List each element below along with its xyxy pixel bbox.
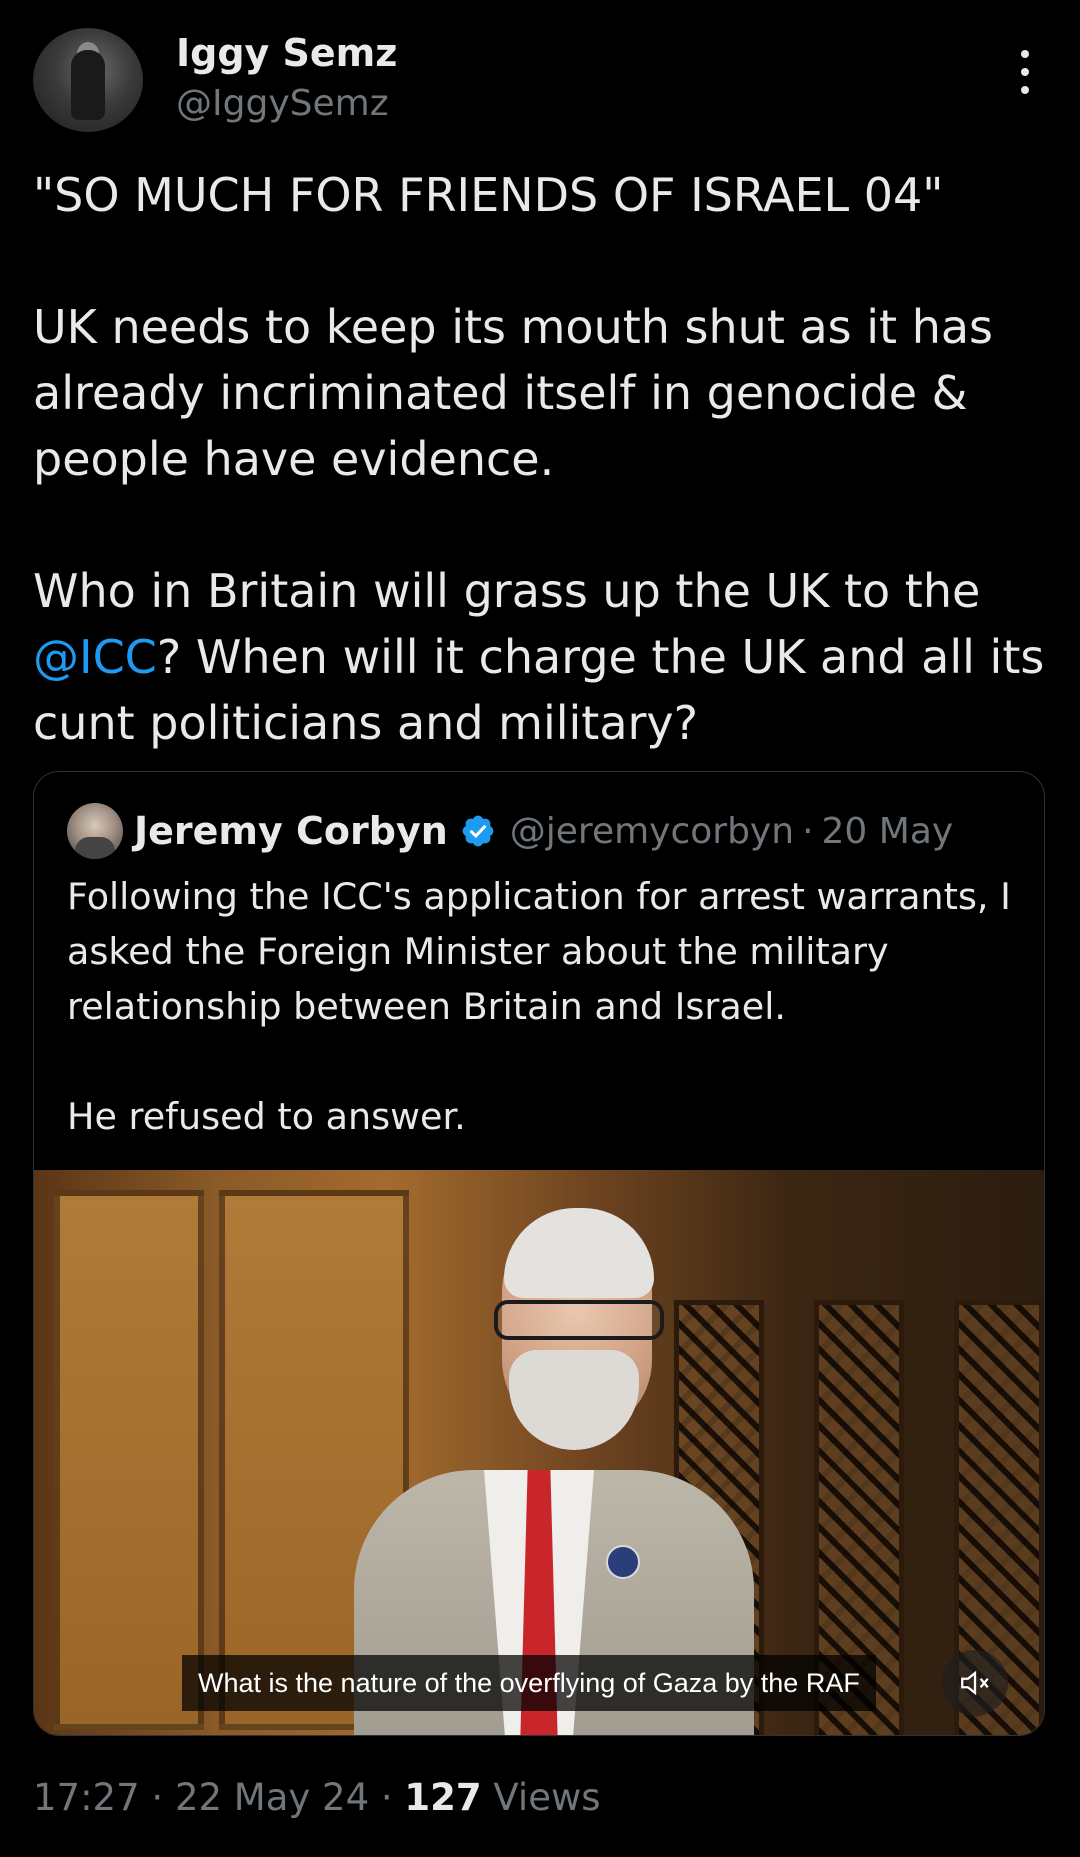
quoted-tweet-date[interactable]: 20 May: [822, 811, 954, 852]
quoted-tweet-text: Following the ICC's application for arre…: [67, 869, 1017, 1144]
tweet-text-segment: ? When will it charge the UK and all its…: [33, 630, 1045, 750]
tweet-paragraph: Who in Britain will grass up the UK to t…: [33, 558, 1048, 756]
quoted-author-name[interactable]: Jeremy Corbyn: [134, 809, 448, 853]
avatar-figure: [71, 50, 105, 120]
author-display-name[interactable]: Iggy Semz: [176, 28, 397, 78]
speaker-glasses: [494, 1300, 664, 1340]
more-vertical-icon-dot: [1021, 68, 1029, 76]
views-label: Views: [481, 1776, 601, 1819]
separator-dot: ·: [802, 810, 814, 852]
tweet-headline: "SO MUCH FOR FRIENDS OF ISRAEL 04": [33, 168, 944, 222]
tweet-date[interactable]: 22 May 24: [175, 1776, 369, 1819]
quoted-tweet-header: Jeremy Corbyn @jeremycorbyn · 20 May: [134, 805, 953, 857]
tweet-paragraph: UK needs to keep its mouth shut as it ha…: [33, 300, 994, 486]
speaker-pin-badge: [606, 1545, 640, 1579]
quoted-author-avatar[interactable]: [67, 803, 123, 859]
wood-panel: [54, 1190, 204, 1730]
speaker-hair: [504, 1208, 654, 1298]
mute-toggle-button[interactable]: [942, 1650, 1008, 1716]
video-caption: What is the nature of the overflying of …: [182, 1655, 876, 1711]
tweet-detail: Iggy Semz @IggySemz "SO MUCH FOR FRIENDS…: [0, 0, 1080, 1857]
author-handle[interactable]: @IggySemz: [176, 80, 389, 128]
speaker-beard: [509, 1350, 639, 1450]
video-player[interactable]: What is the nature of the overflying of …: [34, 1170, 1044, 1735]
verified-badge-icon: [460, 813, 496, 849]
views-count[interactable]: 127: [404, 1776, 481, 1819]
muted-speaker-icon: [961, 1670, 989, 1696]
more-options-button[interactable]: [1005, 50, 1045, 94]
more-vertical-icon-dot: [1021, 86, 1029, 94]
quoted-tweet[interactable]: Jeremy Corbyn @jeremycorbyn · 20 May Fol…: [33, 771, 1045, 1736]
tweet-text-segment: Who in Britain will grass up the UK to t…: [33, 564, 981, 618]
tweet-meta: 17:27 · 22 May 24 · 127 Views: [33, 1772, 601, 1824]
author-avatar[interactable]: [33, 28, 143, 132]
separator-dot: ·: [139, 1776, 175, 1819]
tweet-text: "SO MUCH FOR FRIENDS OF ISRAEL 04" UK ne…: [33, 162, 1048, 756]
more-vertical-icon: [1021, 50, 1029, 58]
mention-link[interactable]: @ICC: [33, 630, 157, 684]
separator-dot: ·: [369, 1776, 405, 1819]
quoted-paragraph: He refused to answer.: [67, 1095, 466, 1138]
quoted-paragraph: Following the ICC's application for arre…: [67, 875, 1011, 1028]
quoted-author-handle[interactable]: @jeremycorbyn: [510, 811, 794, 852]
tweet-time[interactable]: 17:27: [33, 1776, 140, 1819]
